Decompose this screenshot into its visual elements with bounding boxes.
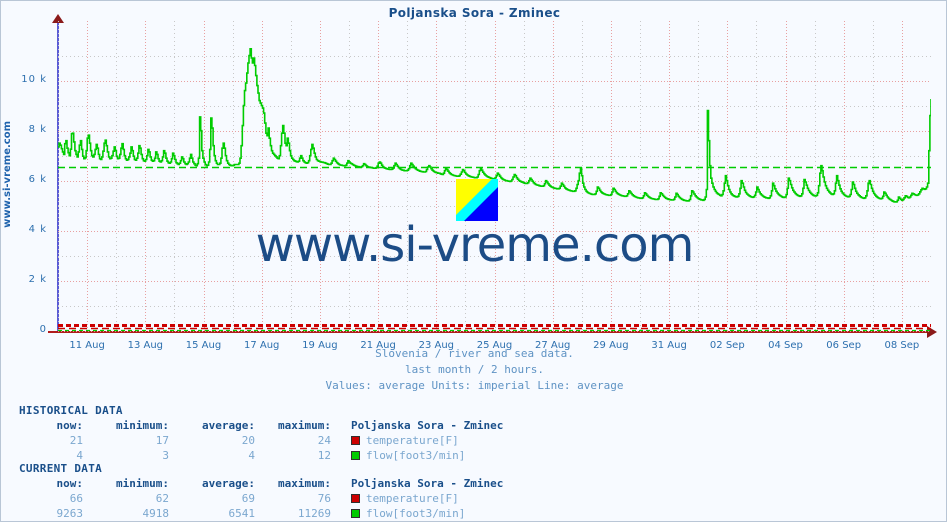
y-axis-tick-label: 8 k [28, 123, 47, 135]
cell-maximum: 11269 [297, 507, 331, 520]
subtitle-line-3: Values: average Units: imperial Line: av… [325, 379, 624, 392]
col-maximum: maximum: [278, 419, 331, 432]
historical-data-block: HISTORICAL DATA now: minimum: average: m… [19, 404, 509, 463]
cell-series: temperature[F] [337, 491, 509, 506]
subtitle-line-2: last month / 2 hours. [404, 363, 545, 376]
table-row: 21 17 20 24 temperature[F] [19, 433, 509, 448]
legend-series-name: flow[foot3/min] [366, 507, 466, 520]
chart-page: Poljanska Sora - Zminec www.si-vreme.com… [0, 0, 947, 522]
y-axis-tick-label: 10 k [21, 73, 47, 85]
table-row: 9263 4918 6541 11269 flow[foot3/min] [19, 506, 509, 521]
subtitle-line-1: Slovenia / river and sea data. [375, 347, 574, 360]
watermark-text: www.si-vreme.com [255, 217, 695, 273]
chart-subtitle: Slovenia / river and sea data. last mont… [1, 346, 946, 394]
cell-minimum: 17 [155, 434, 169, 447]
col-now: now: [56, 419, 84, 432]
col-now: now: [56, 477, 84, 490]
current-data-heading: CURRENT DATA [19, 462, 103, 475]
legend-color-swatch [351, 494, 360, 503]
cell-now: 21 [69, 434, 83, 447]
col-minimum: minimum: [116, 419, 169, 432]
legend-series-name: temperature[F] [366, 492, 459, 505]
cell-maximum: 24 [317, 434, 331, 447]
table-row: 4 3 4 12 flow[foot3/min] [19, 448, 509, 463]
table-header-row: now: minimum: average: maximum: Poljansk… [19, 418, 509, 433]
cell-now: 9263 [56, 507, 84, 520]
col-average: average: [202, 419, 255, 432]
historical-data-heading: HISTORICAL DATA [19, 404, 123, 417]
col-station-name: Poljanska Sora - Zminec [351, 477, 504, 490]
legend-series-name: temperature[F] [366, 434, 459, 447]
cell-average: 69 [241, 492, 255, 505]
legend-series-name: flow[foot3/min] [366, 449, 466, 462]
cell-series: flow[foot3/min] [337, 506, 509, 521]
col-average: average: [202, 477, 255, 490]
cell-minimum: 3 [162, 449, 169, 462]
table-header-row: now: minimum: average: maximum: Poljansk… [19, 476, 509, 491]
cell-now: 4 [76, 449, 83, 462]
cell-average: 6541 [228, 507, 256, 520]
cell-minimum: 62 [155, 492, 169, 505]
legend-color-swatch [351, 509, 360, 518]
col-minimum: minimum: [116, 477, 169, 490]
table-row: 66 62 69 76 temperature[F] [19, 491, 509, 506]
chart-series-layer [58, 47, 931, 332]
si-vreme-logo-icon [456, 179, 498, 221]
legend-color-swatch [351, 451, 360, 460]
cell-series: flow[foot3/min] [337, 448, 509, 463]
cell-average: 4 [248, 449, 255, 462]
col-maximum: maximum: [278, 477, 331, 490]
y-axis-tick-label: 2 k [28, 273, 47, 285]
cell-maximum: 76 [317, 492, 331, 505]
cell-now: 66 [69, 492, 83, 505]
y-axis-tick-label: 6 k [28, 173, 47, 185]
y-axis-tick-label: 0 [39, 324, 47, 335]
current-data-table: now: minimum: average: maximum: Poljansk… [19, 476, 509, 521]
historical-data-table: now: minimum: average: maximum: Poljansk… [19, 418, 509, 463]
cell-average: 20 [241, 434, 255, 447]
cell-series: temperature[F] [337, 433, 509, 448]
plot-area [58, 21, 931, 332]
col-station-name: Poljanska Sora - Zminec [351, 419, 504, 432]
current-data-block: CURRENT DATA now: minimum: average: maxi… [19, 462, 509, 521]
cell-maximum: 12 [317, 449, 331, 462]
legend-color-swatch [351, 436, 360, 445]
cell-minimum: 4918 [142, 507, 170, 520]
page-title: Poljanska Sora - Zminec [388, 6, 561, 20]
